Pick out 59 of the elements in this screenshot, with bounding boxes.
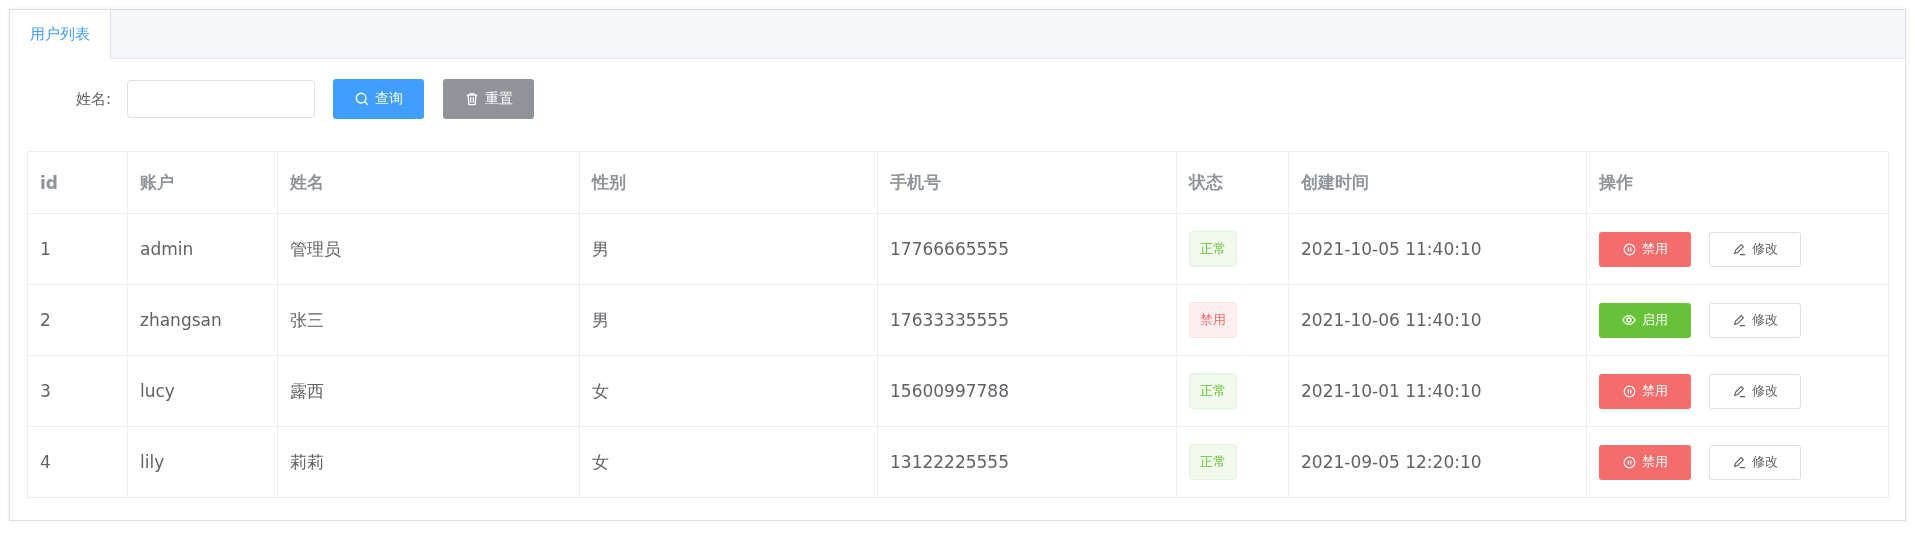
table-cell: 女 [579, 355, 878, 427]
table-cell: 管理员 [277, 213, 580, 285]
table-cell: 2021-10-06 11:40:10 [1288, 284, 1587, 356]
pause-icon [1622, 242, 1636, 256]
status-tag: 正常 [1189, 444, 1237, 480]
column-header: 姓名 [277, 151, 580, 214]
table-cell: 2021-10-05 11:40:10 [1288, 213, 1587, 285]
table-cell: lily [127, 426, 278, 498]
edit-button[interactable]: 修改 [1709, 231, 1801, 267]
table-cell: 张三 [277, 284, 580, 356]
table-cell: 2021-09-05 12:20:10 [1288, 426, 1587, 498]
pause-icon [1622, 384, 1636, 398]
disable-button[interactable]: 禁用 [1599, 444, 1691, 480]
edit-button[interactable]: 修改 [1709, 444, 1801, 480]
search-button[interactable]: 查询 [333, 79, 424, 119]
table-cell: 男 [579, 284, 878, 356]
column-header: 创建时间 [1288, 151, 1587, 214]
table-cell: 15600997788 [877, 355, 1177, 427]
table-cell: 17766665555 [877, 213, 1177, 285]
table-cell: 莉莉 [277, 426, 580, 498]
table-cell: lucy [127, 355, 278, 427]
tab[interactable]: 用户列表 [10, 10, 111, 59]
edit-button[interactable]: 修改 [1709, 373, 1801, 409]
name-label: 姓名: [74, 89, 112, 109]
status-tag: 正常 [1189, 373, 1237, 409]
disable-button[interactable]: 禁用 [1599, 231, 1691, 267]
pencil-icon [1732, 242, 1746, 256]
table-cell: 3 [27, 355, 128, 427]
column-header: id [27, 151, 128, 214]
table-cell: 露西 [277, 355, 580, 427]
table-cell: 4 [27, 426, 128, 498]
status-tag: 正常 [1189, 231, 1237, 267]
enable-button[interactable]: 启用 [1599, 302, 1691, 338]
column-header: 性别 [579, 151, 878, 214]
table-cell: 1 [27, 213, 128, 285]
disable-button[interactable]: 禁用 [1599, 373, 1691, 409]
status-tag: 禁用 [1189, 302, 1237, 338]
table-cell: 2 [27, 284, 128, 356]
eye-icon [1622, 313, 1636, 327]
trash-icon [464, 92, 479, 106]
table-cell: 2021-10-01 11:40:10 [1288, 355, 1587, 427]
pencil-icon [1732, 384, 1746, 398]
reset-button[interactable]: 重置 [443, 79, 534, 119]
pencil-icon [1732, 313, 1746, 327]
column-header: 手机号 [877, 151, 1177, 214]
table-cell: 女 [579, 426, 878, 498]
column-header: 操作 [1586, 151, 1889, 214]
table-cell: admin [127, 213, 278, 285]
name-input-field[interactable] [127, 80, 315, 118]
column-header: 状态 [1176, 151, 1289, 214]
column-header: 账户 [127, 151, 278, 214]
search-icon [354, 92, 369, 106]
edit-button[interactable]: 修改 [1709, 302, 1801, 338]
table-cell: zhangsan [127, 284, 278, 356]
table-cell: 男 [579, 213, 878, 285]
table-cell: 13122225555 [877, 426, 1177, 498]
table-cell: 17633335555 [877, 284, 1177, 356]
pause-icon [1622, 455, 1636, 469]
pencil-icon [1732, 455, 1746, 469]
